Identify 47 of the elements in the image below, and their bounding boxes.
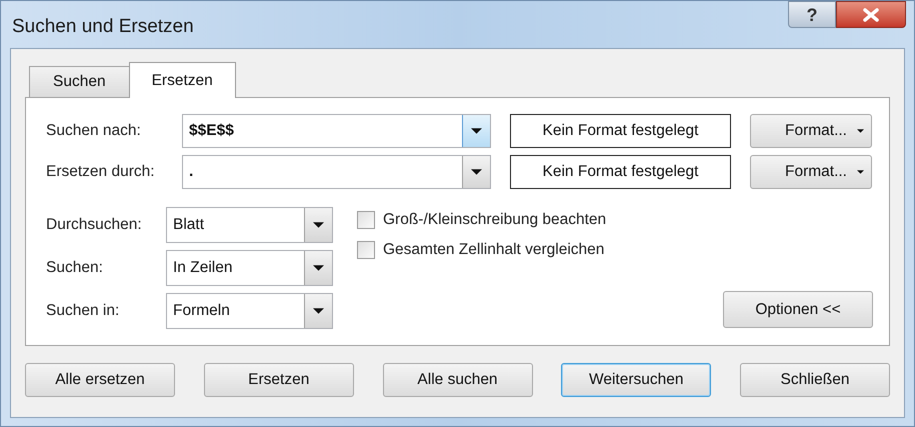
window-title: Suchen und Ersetzen <box>12 15 194 39</box>
combo-field[interactable]: . <box>182 155 491 189</box>
checkbox[interactable] <box>357 211 375 229</box>
combo-field[interactable]: $$E$$ <box>182 114 491 148</box>
select-value: Formeln <box>172 301 231 321</box>
dropdown-select[interactable]: Blatt <box>166 207 333 243</box>
close-button[interactable] <box>836 1 906 28</box>
select-value: In Zeilen <box>172 258 234 278</box>
field-label: Suchen nach: <box>46 121 142 142</box>
dropdown-select[interactable]: Formeln <box>166 293 333 329</box>
format-button[interactable]: Format... <box>750 155 872 189</box>
dropdown-select[interactable]: In Zeilen <box>166 250 333 286</box>
select-label: Suchen: <box>46 258 104 278</box>
format-preview: Kein Format festgelegt <box>510 114 731 148</box>
checkbox-label: Groß-/Kleinschreibung beachten <box>383 210 606 230</box>
caret-icon <box>857 170 864 174</box>
close-icon <box>862 8 880 22</box>
dialog-button[interactable]: Alle ersetzen <box>25 363 175 397</box>
select-value: Blatt <box>172 215 206 235</box>
checkbox[interactable] <box>357 241 375 259</box>
dropdown-button[interactable] <box>304 294 332 328</box>
field-value: $$E$$ <box>188 121 235 141</box>
dialog-button[interactable]: Alle suchen <box>382 363 532 397</box>
caret-icon <box>313 308 324 314</box>
dropdown-button[interactable] <box>462 156 490 188</box>
caret-icon <box>471 169 482 175</box>
tab[interactable]: Suchen <box>29 66 129 97</box>
dropdown-button[interactable] <box>304 208 332 242</box>
caret-icon <box>471 128 482 134</box>
tab[interactable]: Ersetzen <box>128 62 236 98</box>
format-button[interactable]: Format... <box>750 114 872 148</box>
dialog-button[interactable]: Weitersuchen <box>561 363 712 397</box>
checkbox-label: Gesamten Zellinhalt vergleichen <box>383 240 604 260</box>
dialog-button[interactable]: Schließen <box>740 363 890 397</box>
select-label: Suchen in: <box>46 301 120 322</box>
help-button[interactable]: ? <box>788 1 836 28</box>
dialog-button[interactable]: Ersetzen <box>204 363 354 397</box>
dropdown-button[interactable] <box>462 115 490 147</box>
dropdown-button[interactable] <box>304 251 332 285</box>
field-value: . <box>188 162 194 182</box>
format-preview: Kein Format festgelegt <box>510 155 731 189</box>
field-label: Ersetzen durch: <box>46 162 156 182</box>
options-button[interactable]: Optionen << <box>723 291 873 328</box>
caret-icon <box>857 129 864 133</box>
select-label: Durchsuchen: <box>46 215 143 236</box>
caret-icon <box>313 265 324 271</box>
caret-icon <box>313 222 324 228</box>
